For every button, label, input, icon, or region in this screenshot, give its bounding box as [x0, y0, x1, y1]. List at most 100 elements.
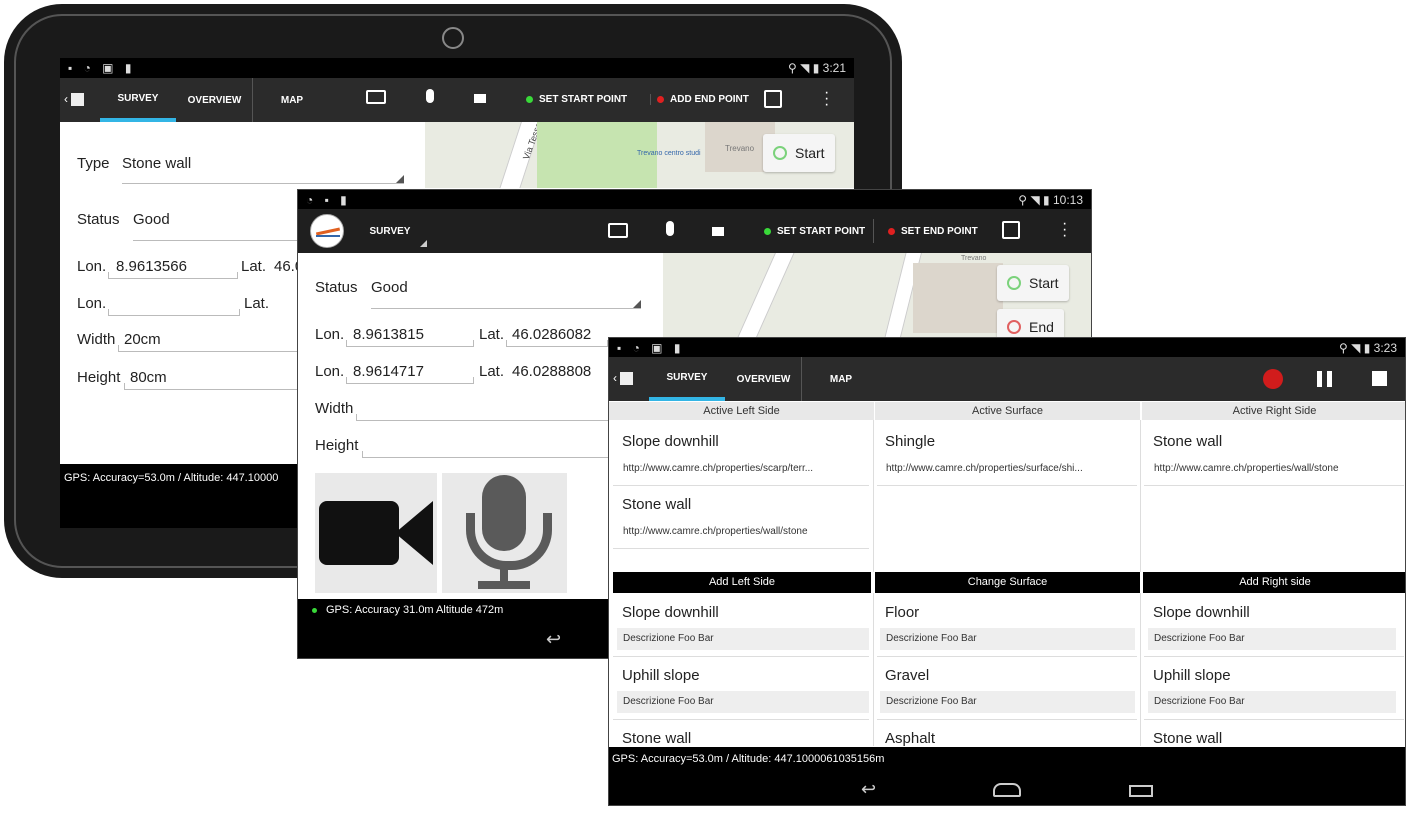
right-option-title[interactable]: Uphill slope — [1153, 667, 1231, 684]
status-dropdown-underline[interactable] — [371, 308, 641, 309]
active-surface-item-title[interactable]: Shingle — [885, 433, 935, 450]
microphone-icon[interactable] — [666, 221, 674, 236]
lon-field-1-underline — [108, 272, 238, 279]
type-label: Type — [77, 155, 110, 172]
map-start-button[interactable]: Start — [997, 265, 1069, 301]
back-nav-icon[interactable]: ↩ — [861, 779, 876, 800]
lon-label-1: Lon. — [315, 326, 345, 343]
tab-survey[interactable]: SURVEY — [649, 357, 725, 401]
map-place-label-1: Trevano centro studi — [637, 150, 701, 157]
lon-field-1-underline — [346, 340, 474, 347]
stop-icon[interactable] — [1372, 371, 1387, 386]
video-icon[interactable] — [712, 227, 724, 236]
column-divider — [1140, 420, 1141, 572]
save-icon[interactable] — [1002, 221, 1020, 239]
map-start-button[interactable]: Start — [763, 134, 835, 172]
column-divider — [1140, 593, 1141, 746]
save-icon[interactable] — [764, 90, 782, 108]
add-end-point-button[interactable]: ADD END POINT — [650, 94, 749, 105]
status-value[interactable]: Good — [371, 279, 408, 296]
active-left-item-title[interactable]: Slope downhill — [622, 433, 719, 450]
overflow-menu-icon[interactable]: · · · — [1062, 216, 1067, 244]
home-nav-icon[interactable] — [993, 783, 1021, 797]
red-dot-icon — [657, 96, 664, 103]
width-label: Width — [315, 400, 354, 417]
recent-apps-nav-icon[interactable] — [1129, 785, 1153, 797]
record-audio-button[interactable] — [442, 473, 567, 593]
gps-status: GPS: Accuracy=53.0m / Altitude: 447.1000… — [64, 472, 279, 484]
set-end-point-button[interactable]: SET END POINT — [873, 219, 978, 243]
video-icon[interactable] — [474, 94, 486, 103]
surface-option-title[interactable]: Floor — [885, 604, 919, 621]
active-surface-header: Active Surface — [875, 402, 1140, 420]
column-divider — [873, 593, 874, 746]
height-label: Height — [315, 437, 359, 454]
tab-map[interactable]: MAP — [803, 357, 879, 401]
camera-icon[interactable] — [366, 90, 386, 104]
status-bar: ◔ ▪ ▮ ⚲ ◥ ▮ 10:13 — [298, 190, 1091, 209]
back-nav-icon[interactable]: ↩ — [546, 629, 561, 650]
list-divider — [1144, 485, 1404, 486]
lon-field-2-underline — [346, 377, 474, 384]
list-divider — [613, 719, 869, 720]
active-left-item-title[interactable]: Stone wall — [622, 496, 691, 513]
right-option-title[interactable]: Slope downhill — [1153, 604, 1250, 621]
tab-dropdown-arrow-icon — [420, 240, 427, 247]
pause-icon[interactable] — [1317, 371, 1333, 387]
active-right-side-header: Active Right Side — [1142, 402, 1405, 420]
tab-survey[interactable]: SURVEY — [100, 78, 176, 122]
tab-map[interactable]: MAP — [254, 78, 330, 122]
lat-field-2[interactable]: 46.0288808 — [512, 363, 591, 380]
map-place-label: Trevano — [961, 255, 987, 262]
add-left-side-button[interactable]: Add Left Side — [613, 572, 871, 593]
back-map[interactable]: Via Tesse Trevano centro studi Trevano S… — [425, 122, 854, 188]
microphone-icon[interactable] — [426, 89, 434, 103]
location-icon: ⚲ — [1018, 193, 1028, 207]
left-option-title[interactable]: Uphill slope — [622, 667, 700, 684]
lon-label-1: Lon. — [77, 258, 107, 275]
lat-label-1: Lat. — [241, 258, 267, 275]
action-bar: SURVEY SET START POINT SET END POINT · · · — [298, 209, 1091, 253]
status-value[interactable]: Good — [133, 211, 170, 228]
set-start-point-button[interactable]: SET START POINT — [526, 94, 627, 105]
notification-icons: ◔ ▪ ▮ — [306, 193, 351, 207]
type-value[interactable]: Stone wall — [122, 155, 191, 172]
lat-label-1: Lat. — [479, 326, 505, 343]
end-target-icon — [1007, 320, 1021, 334]
width-field-underline[interactable] — [356, 414, 628, 421]
active-surface-item-url: http://www.camre.ch/properties/surface/s… — [880, 458, 1134, 480]
tab-overview[interactable]: OVERVIEW — [726, 357, 802, 401]
left-option-desc: Descrizione Foo Bar — [617, 628, 869, 650]
height-field-underline[interactable] — [362, 451, 624, 458]
status-label: Status — [315, 279, 358, 296]
app-icon[interactable]: ‹ — [613, 371, 633, 386]
record-icon[interactable] — [1263, 369, 1283, 389]
lon-label-2: Lon. — [77, 295, 107, 312]
lat-label-2: Lat. — [479, 363, 505, 380]
tab-survey[interactable]: SURVEY — [360, 209, 420, 253]
record-video-button[interactable] — [315, 473, 437, 593]
active-right-item-title[interactable]: Stone wall — [1153, 433, 1222, 450]
clock: 3:21 — [822, 61, 846, 75]
location-icon: ⚲ — [787, 61, 797, 75]
clock: 3:23 — [1373, 341, 1397, 355]
app-icon[interactable]: ‹ — [64, 92, 86, 108]
surface-option-title[interactable]: Asphalt — [885, 730, 935, 747]
wifi-icon: ◥ — [1351, 341, 1361, 355]
app-logo-icon[interactable] — [310, 214, 344, 248]
right-option-title[interactable]: Stone wall — [1153, 730, 1222, 747]
action-bar: ‹ SURVEY OVERVIEW MAP — [609, 357, 1405, 401]
set-start-point-button[interactable]: SET START POINT — [764, 226, 865, 237]
camera-icon[interactable] — [608, 223, 628, 238]
surface-option-title[interactable]: Gravel — [885, 667, 929, 684]
overflow-menu-icon[interactable]: · · · — [824, 85, 829, 113]
status-dropdown-underline[interactable] — [133, 240, 313, 241]
change-surface-button[interactable]: Change Surface — [875, 572, 1140, 593]
surface-option-desc: Descrizione Foo Bar — [880, 628, 1135, 650]
add-right-side-button[interactable]: Add Right side — [1143, 572, 1405, 593]
tab-overview[interactable]: OVERVIEW — [177, 78, 253, 122]
left-option-title[interactable]: Slope downhill — [622, 604, 719, 621]
wifi-icon: ◥ — [800, 61, 810, 75]
left-option-title[interactable]: Stone wall — [622, 730, 691, 747]
type-dropdown-underline[interactable] — [122, 183, 404, 184]
